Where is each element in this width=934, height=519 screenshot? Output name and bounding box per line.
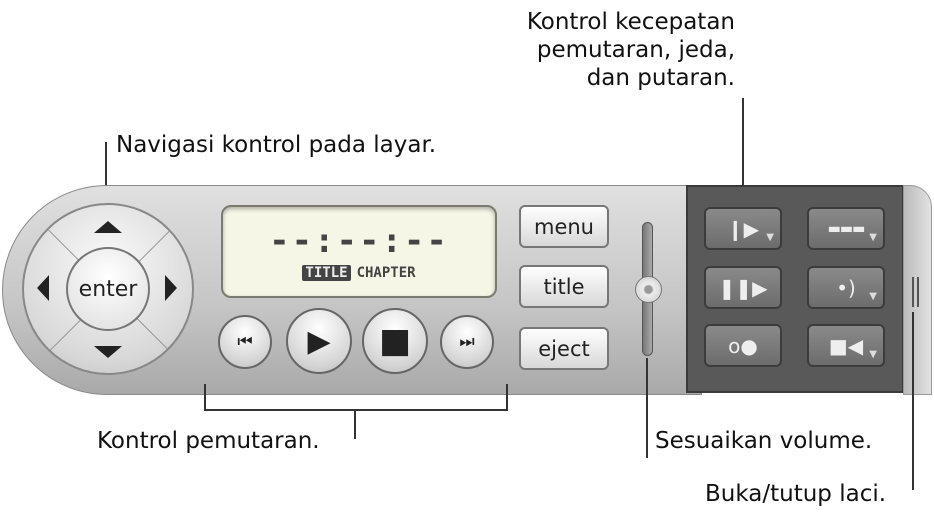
menu-button[interactable]: menu [519, 205, 609, 248]
controls-drawer: ❙▶ ▼ ▬▬▬ ▼ ❚❚▶ •) ▼ o● ■◀ ▼ [686, 185, 904, 393]
volume-callout: Sesuaikan volume. [655, 428, 873, 454]
title-button[interactable]: title [519, 265, 609, 308]
subtitle-button[interactable]: ▬▬▬ ▼ [807, 207, 885, 250]
loop-button[interactable]: o● [704, 324, 782, 367]
left-arrow-icon[interactable] [37, 275, 49, 301]
loop-icon: o● [728, 333, 758, 358]
time-readout: --:--:-- [269, 221, 449, 261]
eject-button[interactable]: eject [519, 327, 609, 370]
enter-button[interactable]: enter [66, 247, 150, 331]
slow-play-button[interactable]: ❚❚▶ [704, 266, 782, 309]
play-icon: ▶ [307, 323, 331, 359]
grip-icon [912, 277, 919, 307]
lcd-display: --:--:-- TITLE CHAPTER [221, 205, 497, 298]
previous-icon: ⏮ [237, 332, 253, 352]
stop-button[interactable]: ■ [362, 308, 428, 374]
callout-line: Kontrol kecepatan [526, 9, 735, 35]
play-button[interactable]: ▶ [286, 308, 352, 374]
down-arrow-icon[interactable] [94, 346, 122, 358]
drawer-callout: Buka/tutup laci. [705, 481, 887, 507]
audio-button[interactable]: •) ▼ [807, 266, 885, 309]
volume-knob[interactable] [635, 276, 662, 303]
camera-angle-icon: ■◀ [828, 333, 864, 358]
playback-speed-button[interactable]: ❙▶ ▼ [704, 207, 782, 250]
speed-callout: Kontrol kecepatan pemutaran, jeda, dan p… [0, 8, 735, 92]
next-icon: ⏭ [459, 332, 475, 352]
audio-icon: •) [836, 275, 856, 300]
navigation-callout: Navigasi kontrol pada layar. [116, 132, 437, 158]
lcd-title-indicator: TITLE [302, 265, 351, 281]
lcd-chapter-indicator: CHAPTER [356, 265, 416, 281]
callout-line: dan putaran. [586, 65, 735, 91]
previous-chapter-button[interactable]: ⏮ [218, 315, 272, 369]
camera-angle-button[interactable]: ■◀ ▼ [807, 324, 885, 367]
subtitle-icon: ▬▬▬ [827, 220, 866, 237]
playback-callout: Kontrol pemutaran. [97, 428, 320, 454]
pause-step-icon: ❚❚▶ [718, 275, 768, 300]
stop-icon: ■ [378, 321, 412, 361]
next-chapter-button[interactable]: ⏭ [440, 315, 494, 369]
up-arrow-icon[interactable] [94, 221, 122, 233]
callout-line: pemutaran, jeda, [536, 37, 735, 63]
right-arrow-icon[interactable] [165, 275, 177, 301]
playback-speed-icon: ❙▶ [726, 216, 760, 241]
